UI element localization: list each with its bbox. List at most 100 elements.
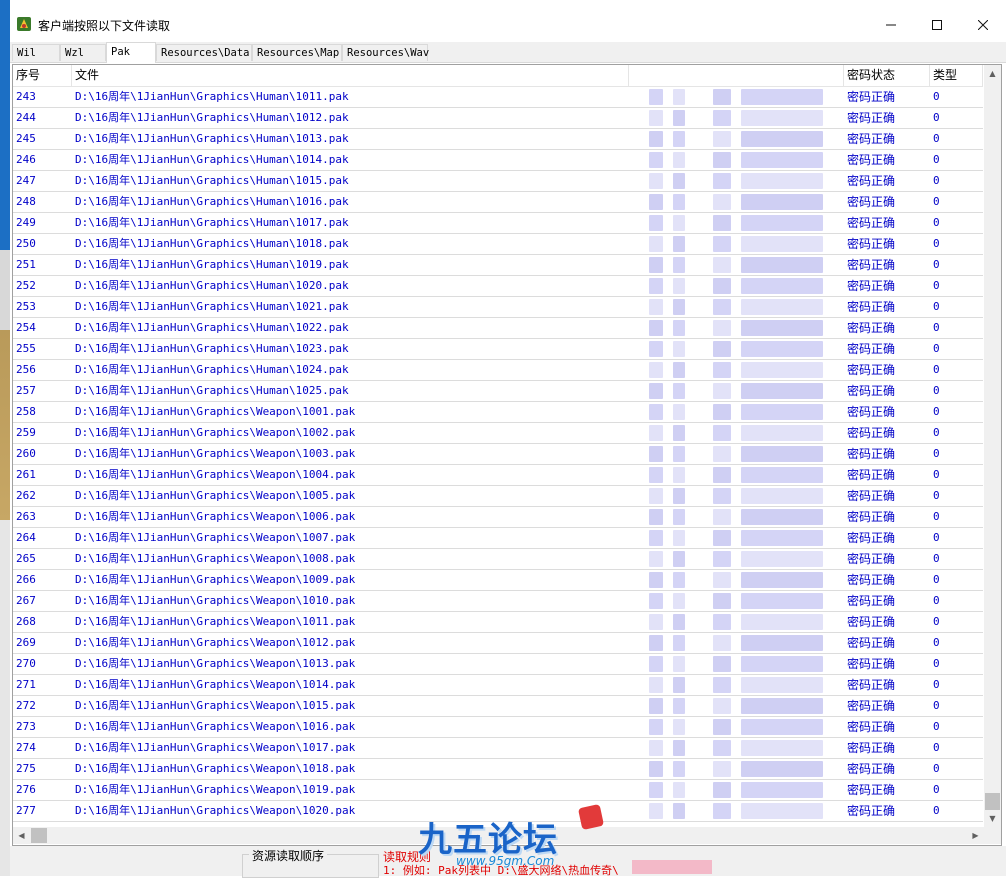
tab-wzl[interactable]: Wzl [60,44,106,61]
table-row[interactable]: 261 D:\16周年\1JianHun\Graphics\Weapon\1004… [13,465,983,486]
table-row[interactable]: 246 D:\16周年\1JianHun\Graphics\Human\1014.… [13,150,983,171]
table-row[interactable]: 260 D:\16周年\1JianHun\Graphics\Weapon\1003… [13,444,983,465]
table-row[interactable]: 273 D:\16周年\1JianHun\Graphics\Weapon\1016… [13,717,983,738]
redaction-block [713,740,731,756]
column-header-hidden[interactable] [629,65,844,86]
maximize-button[interactable] [914,8,960,42]
redaction-block [649,383,663,399]
column-header-type[interactable]: 类型 [930,65,983,86]
row-password-status: 密码正确 [847,363,896,377]
table-row[interactable]: 257 D:\16周年\1JianHun\Graphics\Human\1025.… [13,381,983,402]
vertical-scroll-thumb[interactable] [985,793,1000,810]
row-file-path: D:\16周年\1JianHun\Graphics\Weapon\1013.pa… [75,657,356,670]
table-row[interactable]: 269 D:\16周年\1JianHun\Graphics\Weapon\1012… [13,633,983,654]
row-number: 275 [16,762,36,775]
table-row[interactable]: 243 D:\16周年\1JianHun\Graphics\Human\1011.… [13,87,983,108]
table-row[interactable]: 265 D:\16周年\1JianHun\Graphics\Weapon\1008… [13,549,983,570]
minimize-button[interactable] [868,8,914,42]
row-type: 0 [933,699,940,712]
table-row[interactable]: 263 D:\16周年\1JianHun\Graphics\Weapon\1006… [13,507,983,528]
row-file-path: D:\16周年\1JianHun\Graphics\Weapon\1010.pa… [75,594,356,607]
table-row[interactable]: 276 D:\16周年\1JianHun\Graphics\Weapon\1019… [13,780,983,801]
scroll-left-icon[interactable]: ◀ [13,827,30,844]
row-file-path: D:\16周年\1JianHun\Graphics\Human\1023.pak [75,342,349,355]
table-row[interactable]: 254 D:\16周年\1JianHun\Graphics\Human\1022.… [13,318,983,339]
redacted-cell [629,528,844,548]
row-file-path: D:\16周年\1JianHun\Graphics\Weapon\1002.pa… [75,426,356,439]
table-row[interactable]: 252 D:\16周年\1JianHun\Graphics\Human\1020.… [13,276,983,297]
redaction-block [649,698,663,714]
column-header-number[interactable]: 序号 [13,65,72,86]
redaction-block [741,152,823,168]
column-header-file[interactable]: 文件 [72,65,629,86]
table-row[interactable]: 259 D:\16周年\1JianHun\Graphics\Weapon\1002… [13,423,983,444]
redaction-block [649,593,663,609]
row-number: 249 [16,216,36,229]
redaction-block [673,173,685,189]
scroll-down-icon[interactable]: ▼ [984,810,1001,827]
table-row[interactable]: 262 D:\16周年\1JianHun\Graphics\Weapon\1005… [13,486,983,507]
tab-resources-map[interactable]: Resources\Map [252,44,342,61]
row-number: 255 [16,342,36,355]
row-number: 268 [16,615,36,628]
table-row[interactable]: 267 D:\16周年\1JianHun\Graphics\Weapon\1010… [13,591,983,612]
redaction-block [713,278,731,294]
vertical-scrollbar[interactable]: ▲ ▼ [984,65,1001,827]
row-password-status: 密码正确 [847,783,896,797]
tab-resources-data[interactable]: Resources\Data [156,44,252,61]
column-header-password-status[interactable]: 密码状态 [844,65,930,86]
redacted-cell [629,570,844,590]
table-row[interactable]: 253 D:\16周年\1JianHun\Graphics\Human\1021.… [13,297,983,318]
table-row[interactable]: 272 D:\16周年\1JianHun\Graphics\Weapon\1015… [13,696,983,717]
table-row[interactable]: 247 D:\16周年\1JianHun\Graphics\Human\1015.… [13,171,983,192]
redacted-cell [629,129,844,149]
row-file-path: D:\16周年\1JianHun\Graphics\Human\1022.pak [75,321,349,334]
table-row[interactable]: 264 D:\16周年\1JianHun\Graphics\Weapon\1007… [13,528,983,549]
redaction-block [713,614,731,630]
table-row[interactable]: 270 D:\16周年\1JianHun\Graphics\Weapon\1013… [13,654,983,675]
table-row[interactable]: 274 D:\16周年\1JianHun\Graphics\Weapon\1017… [13,738,983,759]
redaction-block [713,362,731,378]
redacted-cell [629,612,844,632]
table-row[interactable]: 255 D:\16周年\1JianHun\Graphics\Human\1023.… [13,339,983,360]
file-list[interactable]: 序号 文件 密码状态 类型 243 D:\16周年\1JianHun\Graphi… [12,64,1002,846]
scroll-right-icon[interactable]: ▶ [967,827,984,844]
redaction-block [649,404,663,420]
horizontal-scroll-thumb[interactable] [31,828,47,843]
row-file-path: D:\16周年\1JianHun\Graphics\Weapon\1018.pa… [75,762,356,775]
redaction-block [741,635,823,651]
table-row[interactable]: 248 D:\16周年\1JianHun\Graphics\Human\1016.… [13,192,983,213]
row-number: 272 [16,699,36,712]
scroll-up-icon[interactable]: ▲ [984,65,1001,82]
row-type: 0 [933,447,940,460]
row-password-status: 密码正确 [847,657,896,671]
tab-resources-wav[interactable]: Resources\Wav [342,44,429,61]
redaction-block [741,677,823,693]
tab-pak[interactable]: Pak [106,42,156,63]
redaction-block [673,383,685,399]
table-row[interactable]: 256 D:\16周年\1JianHun\Graphics\Human\1024.… [13,360,983,381]
table-row[interactable]: 249 D:\16周年\1JianHun\Graphics\Human\1017.… [13,213,983,234]
row-type: 0 [933,678,940,691]
redacted-cell [629,360,844,380]
row-type: 0 [933,720,940,733]
table-row[interactable]: 268 D:\16周年\1JianHun\Graphics\Weapon\1011… [13,612,983,633]
table-row[interactable]: 245 D:\16周年\1JianHun\Graphics\Human\1013.… [13,129,983,150]
table-row[interactable]: 275 D:\16周年\1JianHun\Graphics\Weapon\1018… [13,759,983,780]
table-row[interactable]: 251 D:\16周年\1JianHun\Graphics\Human\1019.… [13,255,983,276]
redaction-block [741,614,823,630]
table-row[interactable]: 266 D:\16周年\1JianHun\Graphics\Weapon\1009… [13,570,983,591]
table-row[interactable]: 271 D:\16周年\1JianHun\Graphics\Weapon\1014… [13,675,983,696]
table-row[interactable]: 258 D:\16周年\1JianHun\Graphics\Weapon\1001… [13,402,983,423]
tab-wil[interactable]: Wil [12,44,60,61]
redaction-block [649,110,663,126]
redaction-block [673,698,685,714]
table-row[interactable]: 250 D:\16周年\1JianHun\Graphics\Human\1018.… [13,234,983,255]
title-bar[interactable]: 客户端按照以下文件读取 [10,8,1006,42]
row-file-path: D:\16周年\1JianHun\Graphics\Human\1014.pak [75,153,349,166]
redaction-block [741,131,823,147]
row-type: 0 [933,258,940,271]
close-button[interactable] [960,8,1006,42]
minimize-icon [886,24,896,26]
table-row[interactable]: 244 D:\16周年\1JianHun\Graphics\Human\1012.… [13,108,983,129]
